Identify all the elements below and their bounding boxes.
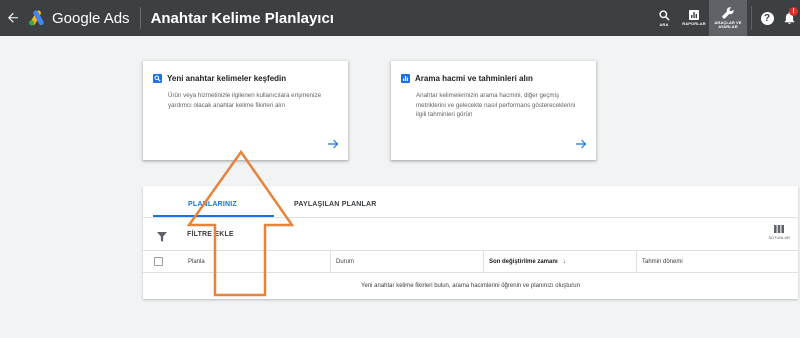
wrench-icon xyxy=(722,7,734,19)
columns-label: SÜTUNLAR xyxy=(768,235,790,240)
back-arrow-icon[interactable] xyxy=(0,0,26,36)
column-header-last-modified-label: Son değiştirilme zamanı xyxy=(489,259,558,265)
column-header-last-modified[interactable]: Son değiştirilme zamanı ↓ xyxy=(483,251,566,273)
google-ads-logo[interactable]: Google Ads xyxy=(28,10,130,27)
help-button[interactable]: ? xyxy=(756,0,778,36)
card-title: Yeni anahtar kelimeler keşfedin xyxy=(167,74,287,83)
add-filter-button[interactable]: FİLTRE EKLE xyxy=(187,231,234,238)
brand-name: Google Ads xyxy=(52,9,130,27)
arrow-right-icon[interactable] xyxy=(576,139,587,152)
reports-button[interactable]: RAPORLAR xyxy=(679,0,709,36)
search-icon xyxy=(153,74,162,83)
top-actions: ARA RAPORLAR ARAÇLAR VE AYARLAR ? ! xyxy=(649,0,800,36)
notifications-button[interactable]: ! xyxy=(778,0,800,36)
discover-keywords-card[interactable]: Yeni anahtar kelimeler keşfedin Ürün vey… xyxy=(143,61,348,160)
bar-chart-icon xyxy=(401,74,410,83)
card-title: Arama hacmi ve tahminleri alın xyxy=(415,74,533,83)
plans-panel: PLANLARINIZ PAYLAŞILAN PLANLAR FİLTRE EK… xyxy=(143,186,798,299)
reports-icon xyxy=(689,10,699,20)
top-app-bar: Google Ads Anahtar Kelime Planlayıcı ARA… xyxy=(0,0,800,36)
columns-button[interactable]: SÜTUNLAR xyxy=(768,225,790,240)
tools-settings-button[interactable]: ARAÇLAR VE AYARLAR xyxy=(709,0,747,36)
column-header-plan[interactable]: Planla xyxy=(188,251,205,273)
column-header-status[interactable]: Durum xyxy=(330,251,354,273)
tab-shared-plans[interactable]: PAYLAŞILAN PLANLAR xyxy=(294,201,377,208)
column-header-forecast-period[interactable]: Tahmin dönemi xyxy=(636,251,683,273)
page-title: Anahtar Kelime Planlayıcı xyxy=(150,9,334,27)
filter-icon[interactable] xyxy=(157,229,167,247)
card-description: Anahtar kelimelerinizin arama hacmini, d… xyxy=(416,92,576,118)
sort-descending-icon: ↓ xyxy=(562,259,566,265)
empty-state-message: Yeni anahtar kelime fikirleri bulun, ara… xyxy=(361,283,580,289)
card-description: Ürün veya hizmetinizle ilgilenen kullanı… xyxy=(168,92,322,109)
arrow-right-icon[interactable] xyxy=(328,139,339,152)
tab-your-plans[interactable]: PLANLARINIZ xyxy=(188,201,237,208)
active-tab-indicator xyxy=(153,215,274,217)
search-volume-forecast-card[interactable]: Arama hacmi ve tahminleri alın Anahtar k… xyxy=(391,61,596,160)
table-header-row: Planla Durum Son değiştirilme zamanı ↓ T… xyxy=(143,251,798,273)
tools-settings-label: ARAÇLAR VE AYARLAR xyxy=(714,20,742,29)
select-all-checkbox[interactable] xyxy=(154,257,163,266)
columns-icon xyxy=(774,225,785,233)
reports-button-label: RAPORLAR xyxy=(682,21,706,26)
actions-divider xyxy=(751,6,752,30)
header-divider xyxy=(139,7,141,29)
search-button-label: ARA xyxy=(659,21,669,27)
search-icon xyxy=(658,9,670,21)
plans-tabs: PLANLARINIZ PAYLAŞILAN PLANLAR xyxy=(143,186,798,218)
filter-bar: FİLTRE EKLE SÜTUNLAR xyxy=(143,218,798,251)
search-button[interactable]: ARA xyxy=(649,0,679,36)
notification-badge: ! xyxy=(789,7,798,16)
help-icon: ? xyxy=(760,11,774,25)
google-ads-logo-icon xyxy=(29,10,44,26)
